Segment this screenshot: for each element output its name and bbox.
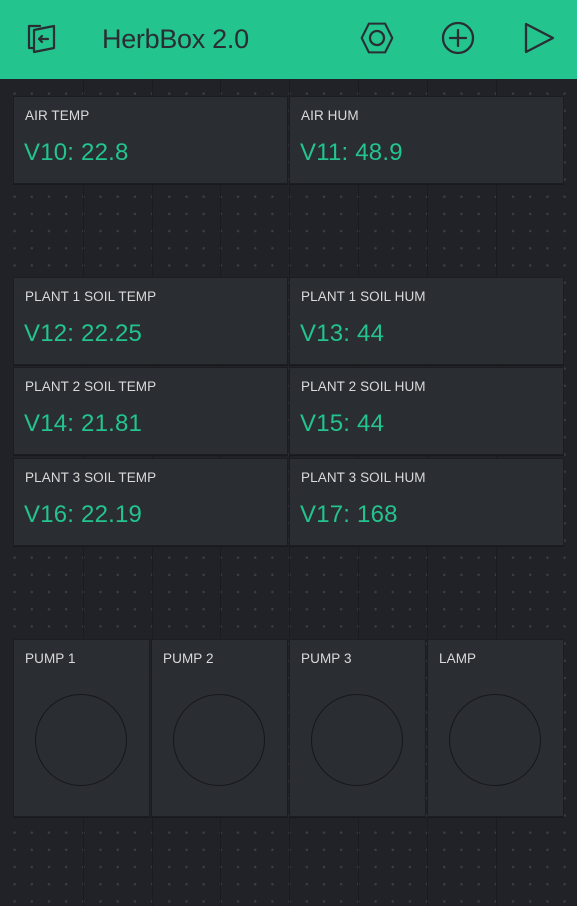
display-value: V15: 44 — [300, 410, 385, 437]
exit-icon[interactable] — [19, 18, 59, 58]
button-circle[interactable] — [172, 694, 265, 786]
display-label: PLANT 3 SOIL HUM — [301, 470, 426, 485]
value-display-plant1-soil-temp[interactable]: PLANT 1 SOIL TEMP V12: 22.25 — [13, 277, 288, 365]
play-icon[interactable] — [519, 18, 559, 58]
display-value: V13: 44 — [300, 320, 385, 347]
display-value: V10: 22.8 — [24, 139, 129, 166]
settings-hexagon-icon[interactable] — [357, 18, 397, 58]
add-widget-icon[interactable] — [438, 18, 478, 58]
button-pump-3[interactable]: PUMP 3 — [289, 639, 426, 817]
button-pump-1[interactable]: PUMP 1 — [13, 639, 150, 817]
display-label: PLANT 3 SOIL TEMP — [25, 470, 157, 485]
button-pump-2[interactable]: PUMP 2 — [151, 639, 288, 817]
display-value: V11: 48.9 — [300, 139, 403, 166]
display-value: V12: 22.25 — [24, 320, 143, 347]
value-display-plant2-soil-temp[interactable]: PLANT 2 SOIL TEMP V14: 21.81 — [13, 367, 288, 455]
button-label: PUMP 1 — [25, 651, 76, 666]
app-header: HerbBox 2.0 — [0, 0, 577, 79]
display-label: PLANT 1 SOIL HUM — [301, 289, 426, 304]
button-label: PUMP 3 — [301, 651, 352, 666]
display-label: PLANT 2 SOIL HUM — [301, 379, 426, 394]
value-display-plant1-soil-hum[interactable]: PLANT 1 SOIL HUM V13: 44 — [289, 277, 564, 365]
display-label: AIR TEMP — [25, 108, 90, 123]
button-label: PUMP 2 — [163, 651, 214, 666]
value-display-air-temp[interactable]: AIR TEMP V10: 22.8 — [13, 96, 288, 184]
display-value: V17: 168 — [300, 501, 398, 528]
display-value: V16: 22.19 — [24, 501, 143, 528]
display-label: AIR HUM — [301, 108, 359, 123]
display-value: V14: 21.81 — [24, 410, 143, 437]
display-label: PLANT 1 SOIL TEMP — [25, 289, 157, 304]
display-label: PLANT 2 SOIL TEMP — [25, 379, 157, 394]
button-lamp[interactable]: LAMP — [427, 639, 564, 817]
button-label: LAMP — [439, 651, 477, 666]
button-circle[interactable] — [34, 694, 127, 786]
button-circle[interactable] — [310, 694, 403, 786]
value-display-air-hum[interactable]: AIR HUM V11: 48.9 — [289, 96, 564, 184]
button-circle[interactable] — [448, 694, 541, 786]
value-display-plant2-soil-hum[interactable]: PLANT 2 SOIL HUM V15: 44 — [289, 367, 564, 455]
value-display-plant3-soil-hum[interactable]: PLANT 3 SOIL HUM V17: 168 — [289, 458, 564, 546]
value-display-plant3-soil-temp[interactable]: PLANT 3 SOIL TEMP V16: 22.19 — [13, 458, 288, 546]
project-title: HerbBox 2.0 — [102, 24, 249, 54]
